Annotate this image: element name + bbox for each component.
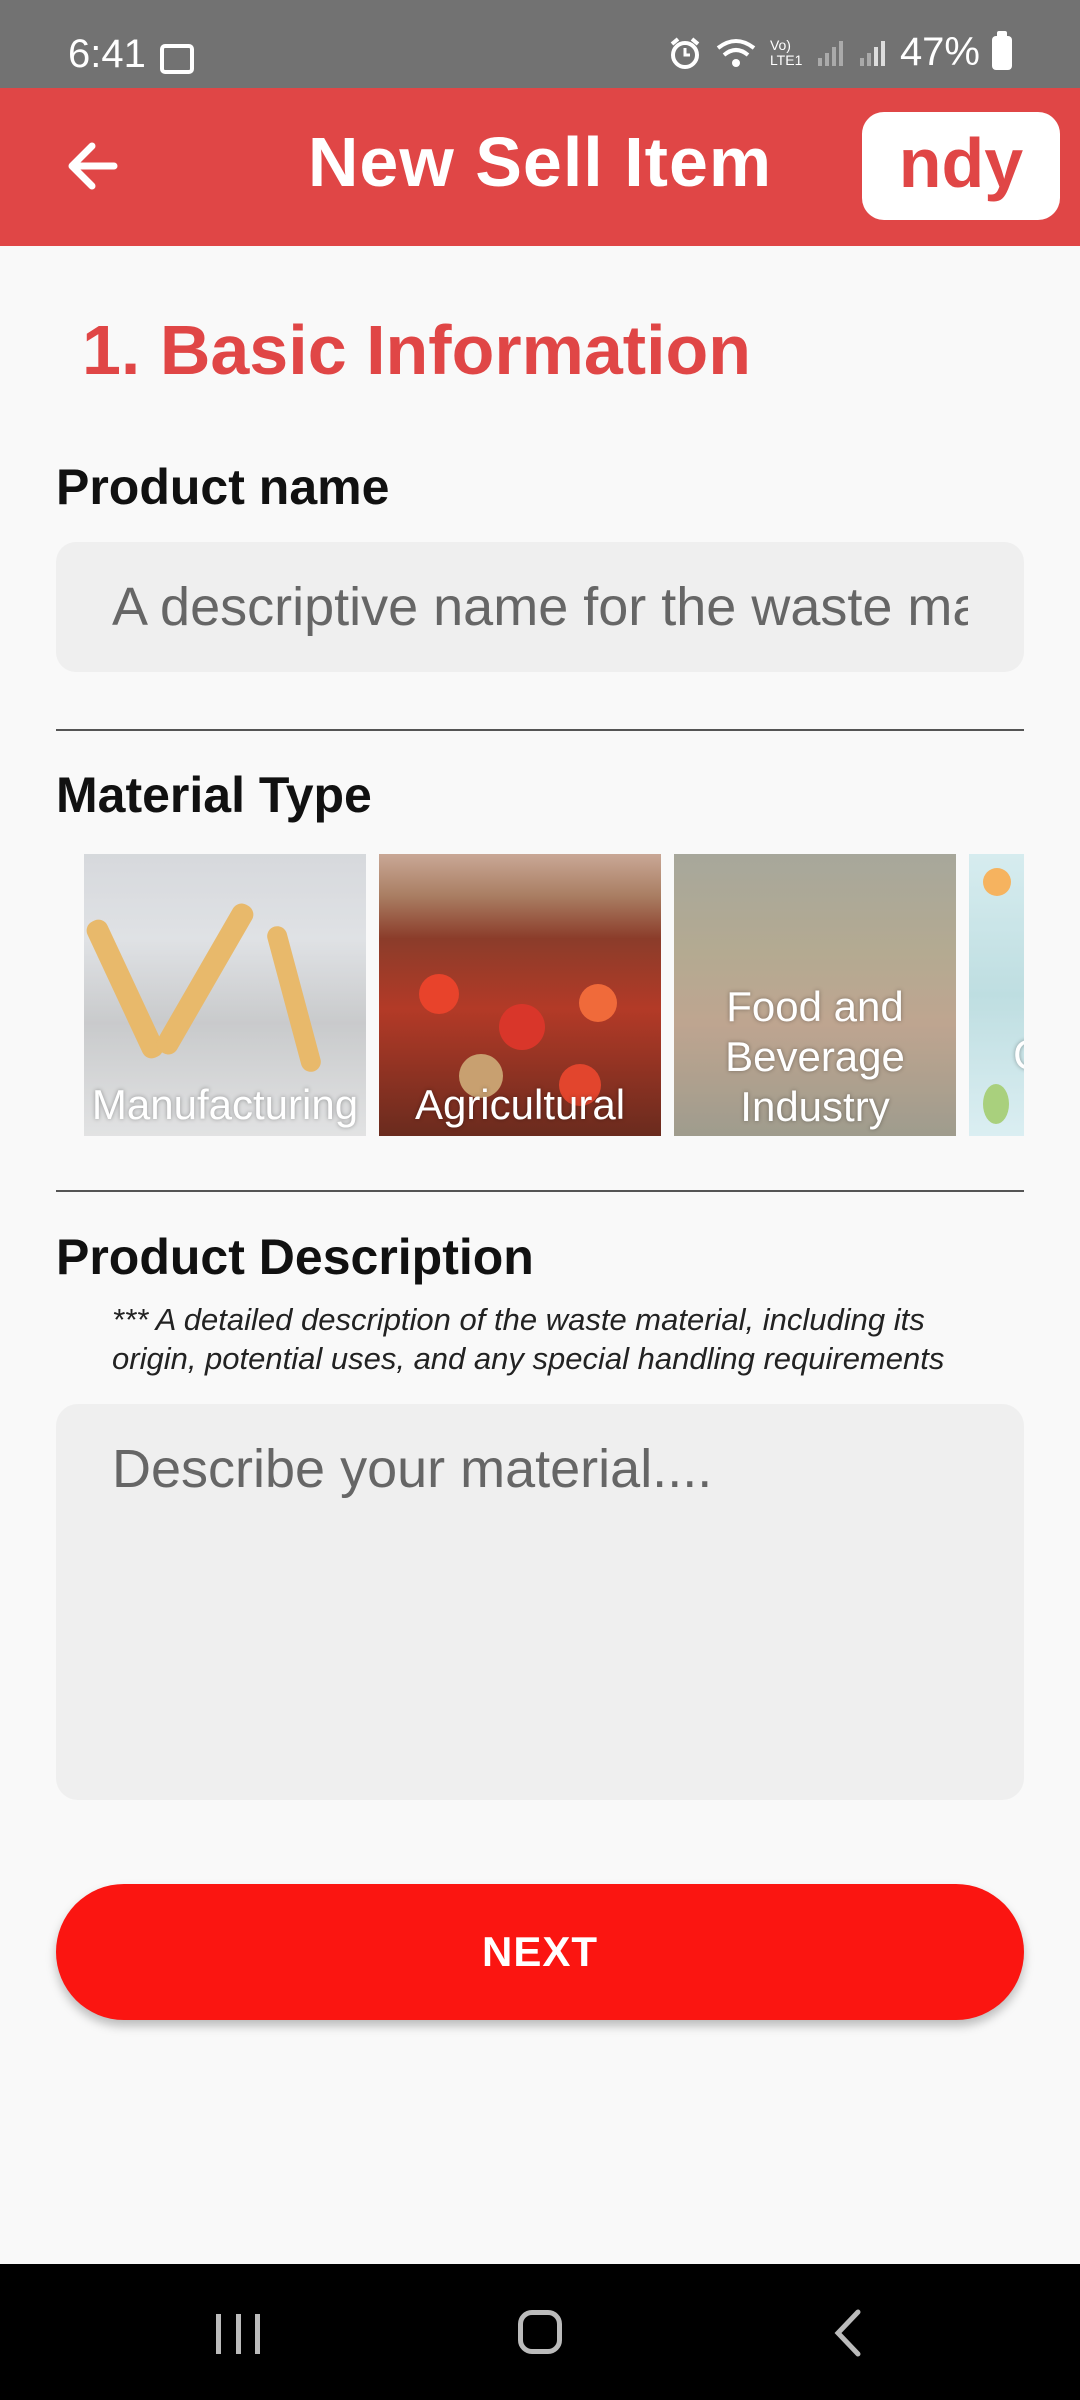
product-name-input[interactable]: [56, 542, 1024, 672]
home-icon[interactable]: [518, 2310, 562, 2354]
battery-percent: 47%: [899, 30, 980, 74]
material-card-agricultural[interactable]: Agricultural: [379, 854, 661, 1136]
nav-back-icon[interactable]: [828, 2308, 868, 2358]
divider: [56, 729, 1024, 731]
product-name-label: Product name: [56, 459, 390, 515]
app-bar: New Sell Item ndy: [0, 88, 1080, 246]
material-card-label: Manufacturing: [91, 1081, 359, 1128]
material-card-label: Consumer Goods: [969, 1030, 1024, 1130]
hint-line-1: *** A detailed description of the waste …: [112, 1302, 925, 1337]
hint-line-2: origin, potential uses, and any special …: [112, 1341, 945, 1376]
app-logo: ndy: [862, 112, 1060, 220]
product-description-input[interactable]: [56, 1404, 1024, 1800]
material-card-label: Agricultural: [414, 1081, 626, 1128]
material-type-carousel[interactable]: Manufacturing Agricultural Food and Beve…: [56, 854, 1024, 1136]
system-nav-bar: [0, 2264, 1080, 2400]
alarm-icon: [670, 36, 700, 69]
image-notification-icon: [160, 44, 194, 74]
material-card-manufacturing[interactable]: Manufacturing: [84, 854, 366, 1136]
product-description-hint: *** A detailed description of the waste …: [112, 1300, 1024, 1380]
status-time: 6:41: [68, 32, 146, 76]
material-type-label: Material Type: [56, 767, 372, 823]
divider: [56, 1190, 1024, 1192]
material-card-food-beverage[interactable]: Food and Beverage Industry: [674, 854, 956, 1136]
status-indicators: Vo) LTE1 47%: [668, 30, 1012, 75]
product-description-label: Product Description: [56, 1229, 534, 1285]
battery-icon: [992, 30, 1012, 70]
status-bar: 6:41 Vo) LTE1 47%: [0, 0, 1080, 88]
wifi-icon: [716, 38, 756, 67]
material-card-label: Food and Beverage Industry: [725, 983, 905, 1130]
material-card-consumer-goods[interactable]: Consumer Goods: [969, 854, 1024, 1136]
section-title: 1. Basic Information: [82, 311, 752, 389]
next-button[interactable]: NEXT: [56, 1884, 1024, 2020]
signal-2-icon: [859, 40, 885, 66]
signal-1-icon: [817, 40, 843, 66]
recents-icon[interactable]: [216, 2314, 260, 2354]
lte-badge: Vo) LTE1: [769, 36, 803, 68]
